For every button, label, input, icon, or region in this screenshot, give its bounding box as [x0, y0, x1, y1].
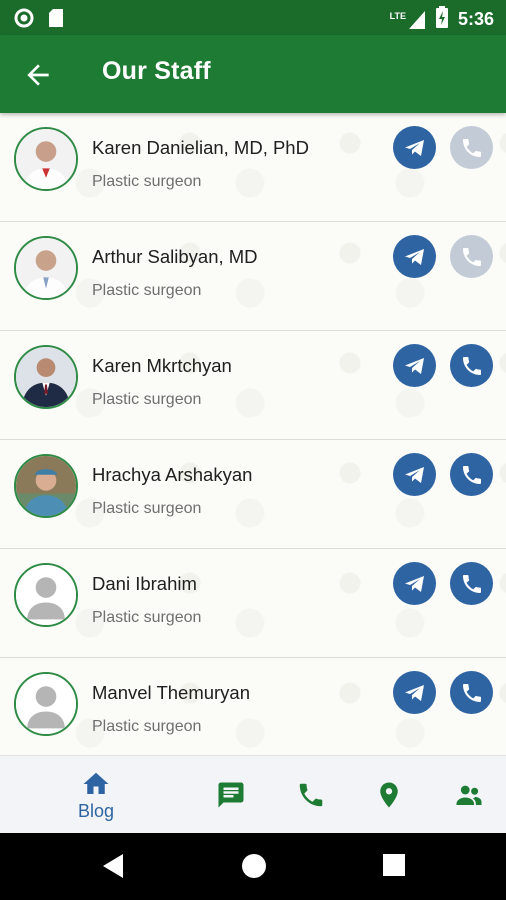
staff-role: Plastic surgeon: [92, 609, 202, 626]
call-button[interactable]: [450, 344, 493, 387]
phone-icon: [299, 783, 323, 807]
message-icon: [218, 782, 244, 808]
back-arrow-icon[interactable]: [22, 59, 54, 91]
telegram-button[interactable]: [393, 453, 436, 496]
network-label: LTE: [389, 10, 406, 21]
telegram-icon: [404, 357, 424, 374]
sd-card-icon: [48, 8, 64, 33]
avatar: [14, 127, 78, 191]
telegram-button[interactable]: [393, 344, 436, 387]
nav-blog-label: Blog: [77, 800, 115, 821]
call-button[interactable]: [450, 671, 493, 714]
nav-blog[interactable]: Blog: [72, 756, 120, 834]
staff-name: Karen Danielian, MD, PhD: [92, 137, 309, 158]
staff-name: Karen Mkrtchyan: [92, 355, 232, 376]
avatar-placeholder: [14, 672, 78, 736]
staff-name: Hrachya Arshakyan: [92, 464, 253, 485]
system-nav-bar: [0, 833, 506, 900]
telegram-button[interactable]: [393, 126, 436, 169]
page-title: Our Staff: [102, 57, 211, 85]
avatar: [14, 345, 78, 409]
staff-row[interactable]: Manvel Themuryan Plastic surgeon: [0, 658, 506, 755]
staff-role: Plastic surgeon: [92, 718, 202, 735]
back-icon[interactable]: [101, 853, 125, 884]
staff-row[interactable]: Hrachya Arshakyan Plastic surgeon: [0, 440, 506, 549]
call-button[interactable]: [450, 453, 493, 496]
recents-icon[interactable]: [382, 853, 406, 882]
staff-row[interactable]: Karen Mkrtchyan Plastic surgeon: [0, 331, 506, 440]
staff-row[interactable]: Dani Ibrahim Plastic surgeon: [0, 549, 506, 658]
call-button[interactable]: [450, 235, 493, 278]
call-button[interactable]: [450, 562, 493, 605]
avatar-placeholder: [14, 563, 78, 627]
telegram-button[interactable]: [393, 671, 436, 714]
nav-staff[interactable]: [452, 756, 486, 834]
phone-icon: [462, 574, 481, 593]
nav-location[interactable]: [372, 756, 406, 834]
phone-icon: [462, 247, 481, 266]
telegram-icon: [404, 684, 424, 701]
phone-icon: [462, 465, 481, 484]
avatar: [14, 236, 78, 300]
staff-name: Manvel Themuryan: [92, 682, 251, 703]
telegram-icon: [404, 466, 424, 483]
telegram-icon: [404, 248, 424, 265]
people-icon: [456, 785, 482, 805]
nav-call[interactable]: [294, 756, 328, 834]
app-bar: Our Staff: [0, 35, 506, 113]
staff-row[interactable]: Karen Danielian, MD, PhD Plastic surgeon: [0, 113, 506, 222]
staff-list[interactable]: Karen Danielian, MD, PhD Plastic surgeon…: [0, 113, 506, 755]
call-button[interactable]: [450, 126, 493, 169]
status-bar: LTE 5:36: [0, 0, 506, 35]
clock: 5:36: [457, 9, 494, 29]
telegram-button[interactable]: [393, 235, 436, 278]
staff-name: Dani Ibrahim: [92, 573, 197, 594]
staff-row[interactable]: Arthur Salibyan, MD Plastic surgeon: [0, 222, 506, 331]
lte-signal-icon: LTE: [390, 10, 426, 30]
staff-role: Plastic surgeon: [92, 500, 202, 517]
battery-charging-icon: [435, 6, 448, 33]
telegram-icon: [404, 575, 424, 592]
bottom-nav: Blog: [0, 755, 506, 833]
staff-name: Arthur Salibyan, MD: [92, 246, 258, 267]
phone-icon: [462, 683, 481, 702]
home-button-icon[interactable]: [241, 853, 267, 884]
location-icon: [380, 782, 398, 808]
staff-role: Plastic surgeon: [92, 173, 202, 190]
nav-messages[interactable]: [214, 756, 248, 834]
avatar: [14, 454, 78, 518]
staff-role: Plastic surgeon: [92, 391, 202, 408]
staff-role: Plastic surgeon: [92, 282, 202, 299]
sync-icon: [14, 8, 34, 33]
home-icon: [83, 772, 109, 794]
phone-icon: [462, 138, 481, 157]
telegram-button[interactable]: [393, 562, 436, 605]
phone-icon: [462, 356, 481, 375]
telegram-icon: [404, 139, 424, 156]
